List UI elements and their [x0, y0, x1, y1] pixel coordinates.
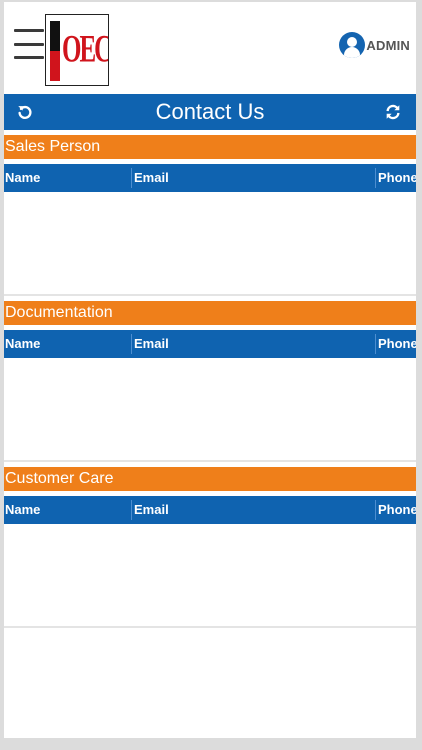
logo-text: OECL	[62, 29, 109, 71]
table-header: Name Email Phone	[4, 496, 416, 524]
column-header-name: Name	[5, 170, 41, 185]
company-logo: OECL	[45, 14, 109, 86]
section-title: Customer Care	[4, 467, 416, 491]
section-sales-person: Sales Person Name Email Phone	[4, 135, 416, 296]
column-header-phone: Phone	[378, 170, 416, 185]
user-name: ADMIN	[366, 37, 410, 53]
column-header-phone: Phone	[378, 336, 416, 351]
column-header-email: Email	[134, 502, 169, 517]
table-body	[4, 358, 416, 454]
table-header: Name Email Phone	[4, 330, 416, 358]
undo-icon[interactable]	[16, 103, 34, 121]
section-documentation: Documentation Name Email Phone	[4, 301, 416, 462]
hamburger-menu-icon[interactable]	[14, 29, 44, 59]
page-title: Contact Us	[155, 99, 265, 124]
table-header: Name Email Phone	[4, 164, 416, 192]
column-header-email: Email	[134, 170, 169, 185]
app-frame: OECL ADMIN Contact Us Sales Person Name …	[4, 2, 416, 738]
user-menu[interactable]: ADMIN	[339, 32, 410, 58]
user-avatar-icon	[339, 32, 366, 58]
section-customer-care: Customer Care Name Email Phone	[4, 467, 416, 628]
table-body	[4, 524, 416, 620]
column-header-name: Name	[5, 502, 41, 517]
title-bar: Contact Us	[4, 94, 416, 130]
table-body	[4, 192, 416, 288]
column-header-phone: Phone	[378, 502, 416, 517]
section-title: Sales Person	[4, 135, 416, 159]
top-bar: OECL ADMIN	[4, 2, 416, 94]
column-header-email: Email	[134, 336, 169, 351]
refresh-icon[interactable]	[384, 103, 402, 121]
column-header-name: Name	[5, 336, 41, 351]
section-title: Documentation	[4, 301, 416, 325]
